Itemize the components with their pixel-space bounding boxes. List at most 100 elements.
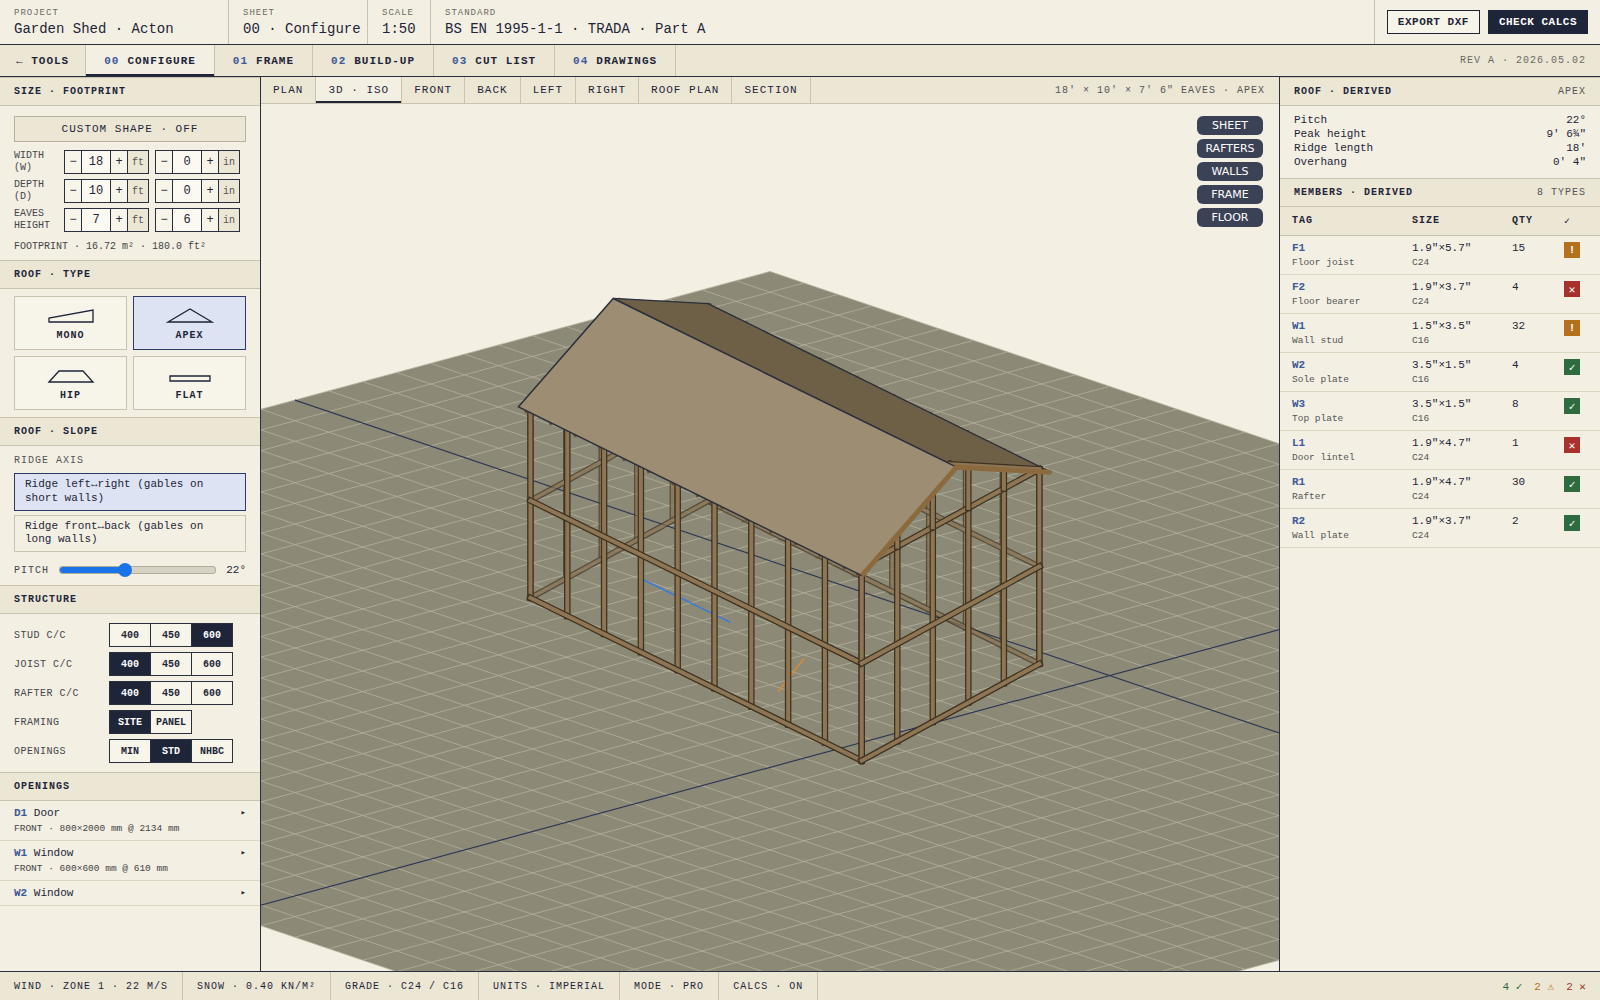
- decrement-button[interactable]: −: [156, 180, 172, 202]
- derived-row: Peak height 9' 6¾": [1294, 128, 1586, 140]
- segment-option[interactable]: 600: [191, 681, 233, 705]
- member-row[interactable]: L1 Door lintel 1.9"×4.7" C24 1 ✕: [1280, 431, 1600, 470]
- roof-type-card[interactable]: MONO: [14, 296, 127, 350]
- view-tab[interactable]: PLAN: [261, 77, 316, 103]
- member-row[interactable]: W1 Wall stud 1.5"×3.5" C16 32 !: [1280, 314, 1600, 353]
- tab-label: FRAME: [256, 55, 294, 67]
- sheet-tab[interactable]: 02 BUILD-UP: [313, 45, 434, 76]
- expand-arrow[interactable]: ▸: [241, 887, 246, 899]
- member-qty: 1: [1512, 437, 1564, 449]
- segment-option[interactable]: NHBC: [191, 739, 233, 763]
- view-tab[interactable]: BACK: [465, 77, 520, 103]
- opening-item[interactable]: W2 Window ▸: [0, 881, 260, 906]
- view-tab[interactable]: ROOF PLAN: [639, 77, 732, 103]
- segment-option[interactable]: 450: [150, 681, 192, 705]
- segment-option[interactable]: MIN: [109, 739, 151, 763]
- view-tab[interactable]: FRONT: [402, 77, 465, 103]
- feet-input[interactable]: 18: [81, 151, 111, 173]
- 3d-viewport[interactable]: SHEET RAFTERS WALLS FRAME FLOOR: [261, 104, 1279, 971]
- inches-stepper: − 6 + in: [155, 208, 240, 232]
- segment-option[interactable]: 600: [191, 623, 233, 647]
- main: SIZE · FOOTPRINT CUSTOM SHAPE · OFF WIDT…: [0, 77, 1600, 971]
- member-row[interactable]: R2 Wall plate 1.9"×3.7" C24 2 ✓: [1280, 509, 1600, 548]
- decrement-button[interactable]: −: [156, 151, 172, 173]
- increment-button[interactable]: +: [202, 180, 218, 202]
- grid-line: [261, 519, 1211, 971]
- segment-option[interactable]: PANEL: [150, 710, 192, 734]
- opening-item[interactable]: W1 Window ▸ FRONT · 600×600 mm @ 610 mm: [0, 841, 260, 881]
- derived-row: Pitch 22°: [1294, 114, 1586, 126]
- member-row[interactable]: W2 Sole plate 3.5"×1.5" C16 4 ✓: [1280, 353, 1600, 392]
- unit-label: ft: [127, 209, 148, 231]
- segment-option[interactable]: 400: [109, 623, 151, 647]
- layer-toggle[interactable]: FLOOR: [1197, 208, 1263, 227]
- segment-option[interactable]: 450: [150, 623, 192, 647]
- segment-option[interactable]: STD: [150, 739, 192, 763]
- members-table: TAGSIZEQTY✓ F1 Floor joist 1.9"×5.7" C24…: [1280, 207, 1600, 548]
- header-button[interactable]: CHECK CALCS: [1488, 10, 1588, 34]
- inches-input[interactable]: 0: [172, 151, 202, 173]
- section-badge: APEX: [1558, 86, 1586, 97]
- segmented-control: 400450600: [110, 623, 233, 647]
- feet-input[interactable]: 7: [81, 209, 111, 231]
- view-tab[interactable]: RIGHT: [576, 77, 639, 103]
- layer-toggle[interactable]: RAFTERS: [1197, 139, 1263, 158]
- member-row[interactable]: R1 Rafter 1.9"×4.7" C24 30 ✓: [1280, 470, 1600, 509]
- sheet-tab[interactable]: 01 FRAME: [215, 45, 313, 76]
- segment-option[interactable]: 400: [109, 652, 151, 676]
- opening-item[interactable]: D1 Door ▸ FRONT · 800×2000 mm @ 2134 mm: [0, 801, 260, 841]
- roof-type-card[interactable]: HIP: [14, 356, 127, 410]
- apex-roof-icon: [166, 306, 214, 324]
- header-button[interactable]: EXPORT DXF: [1387, 10, 1480, 34]
- expand-arrow[interactable]: ▸: [241, 847, 246, 859]
- app: PROJECT Garden Shed · ActonSHEET 00 · Co…: [0, 0, 1600, 1000]
- decrement-button[interactable]: −: [156, 209, 172, 231]
- feet-input[interactable]: 10: [81, 180, 111, 202]
- slider-thumb[interactable]: [118, 563, 132, 577]
- decrement-button[interactable]: −: [65, 151, 81, 173]
- roof-type-card[interactable]: FLAT: [133, 356, 246, 410]
- segment-option[interactable]: 400: [109, 681, 151, 705]
- layer-toggle[interactable]: WALLS: [1197, 162, 1263, 181]
- member-size: 1.9"×4.7": [1412, 476, 1512, 488]
- increment-button[interactable]: +: [202, 209, 218, 231]
- column-header: SIZE: [1412, 215, 1512, 226]
- ridge-axis-option[interactable]: Ridge front↔back (gables on long walls): [14, 515, 246, 553]
- pitch-slider[interactable]: [59, 566, 216, 574]
- segment-option[interactable]: 450: [150, 652, 192, 676]
- increment-button[interactable]: +: [111, 180, 127, 202]
- ok-status-icon: ✓: [1564, 476, 1580, 492]
- grid-line: [261, 501, 1279, 868]
- inches-input[interactable]: 0: [172, 180, 202, 202]
- increment-button[interactable]: +: [202, 151, 218, 173]
- member-name: Top plate: [1292, 413, 1412, 424]
- layer-toggle[interactable]: FRAME: [1197, 185, 1263, 204]
- member-row[interactable]: F2 Floor bearer 1.9"×3.7" C24 4 ✕: [1280, 275, 1600, 314]
- view-tab[interactable]: LEFT: [521, 77, 576, 103]
- segment-option[interactable]: SITE: [109, 710, 151, 734]
- increment-button[interactable]: +: [111, 151, 127, 173]
- expand-arrow[interactable]: ▸: [241, 807, 246, 819]
- grid-line: [261, 536, 1279, 903]
- view-tab[interactable]: SECTION: [732, 77, 810, 103]
- tools-back-button[interactable]: ← TOOLS: [0, 45, 86, 76]
- view-tab[interactable]: 3D · ISO: [316, 77, 402, 103]
- ridge-axis-option[interactable]: Ridge left↔right (gables on short walls): [14, 473, 246, 511]
- member-row[interactable]: F1 Floor joist 1.9"×5.7" C24 15 !: [1280, 236, 1600, 275]
- grid-line: [363, 593, 1279, 960]
- sheet-tab[interactable]: 03 CUT LIST: [434, 45, 555, 76]
- roof-derived-list: Pitch 22°Peak height 9' 6¾"Ridge length …: [1280, 106, 1600, 178]
- member-row[interactable]: W3 Top plate 3.5"×1.5" C16 8 ✓: [1280, 392, 1600, 431]
- custom-shape-button[interactable]: CUSTOM SHAPE · OFF: [14, 116, 246, 142]
- decrement-button[interactable]: −: [65, 180, 81, 202]
- decrement-button[interactable]: −: [65, 209, 81, 231]
- segment-option[interactable]: 600: [191, 652, 233, 676]
- roof-type-card[interactable]: APEX: [133, 296, 246, 350]
- inches-input[interactable]: 6: [172, 209, 202, 231]
- layer-toggle[interactable]: SHEET: [1197, 116, 1263, 135]
- member-tag: F1: [1292, 242, 1412, 254]
- sheet-tab[interactable]: 00 CONFIGURE: [86, 45, 215, 76]
- sheet-tab[interactable]: 04 DRAWINGS: [555, 45, 676, 76]
- increment-button[interactable]: +: [111, 209, 127, 231]
- member-status-cell: !: [1564, 242, 1588, 258]
